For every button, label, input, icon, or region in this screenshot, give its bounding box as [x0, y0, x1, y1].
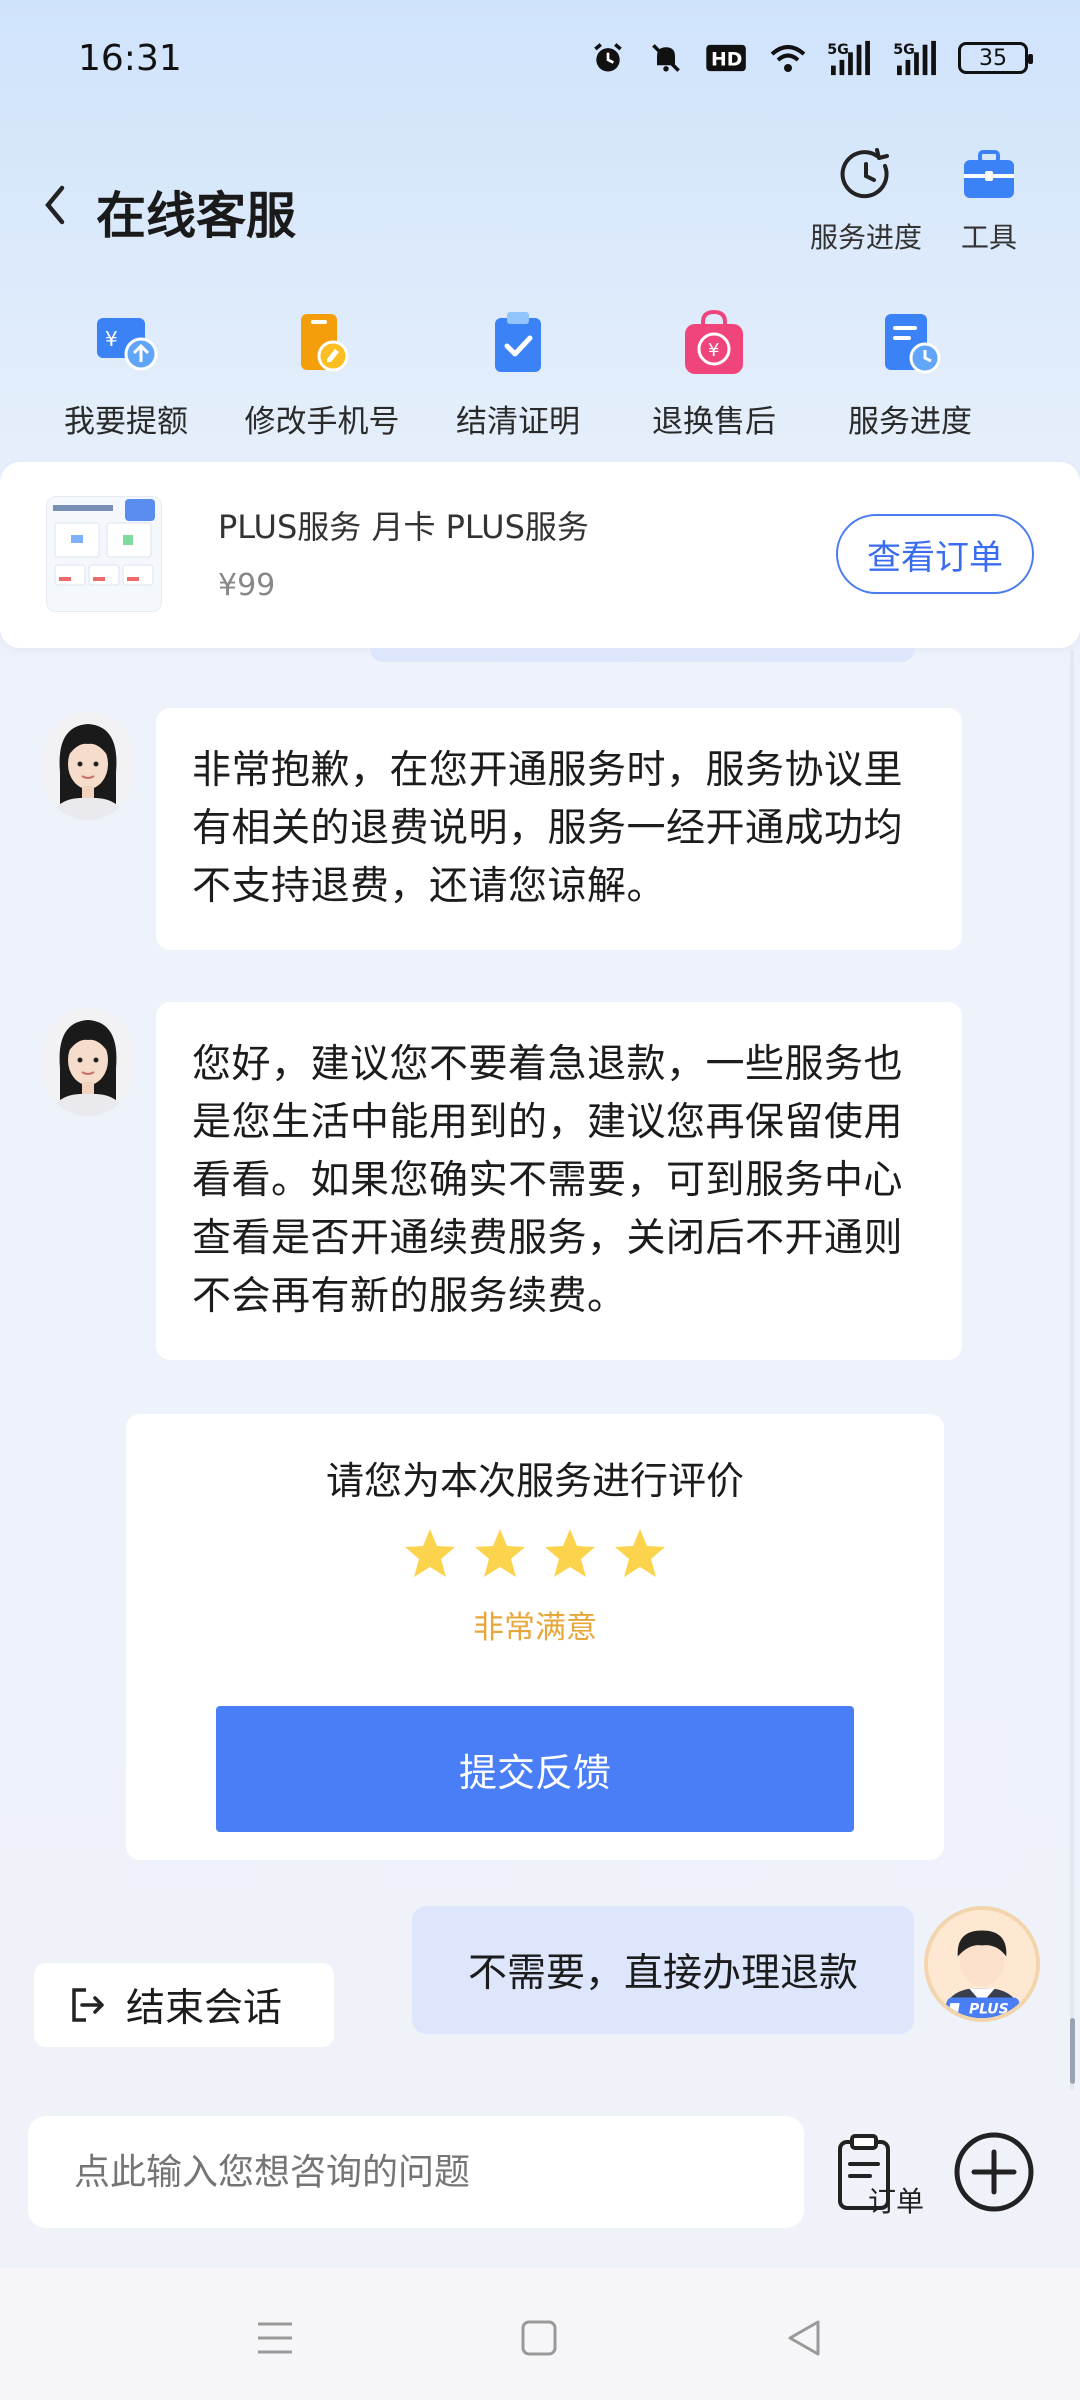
- menu-nav-button[interactable]: [250, 2316, 300, 2360]
- square-icon: [521, 2320, 557, 2356]
- quick-action-service-progress[interactable]: 服务进度: [840, 308, 980, 441]
- signal-icon: 5G: [892, 38, 940, 78]
- hd-icon: HD: [704, 38, 750, 78]
- exit-icon: [72, 1988, 104, 2022]
- alarm-icon: [588, 38, 628, 78]
- phone-edit-icon: [301, 314, 349, 372]
- battery-icon: 35: [958, 42, 1033, 74]
- clock-icon: [840, 148, 889, 199]
- back-button[interactable]: [36, 180, 76, 230]
- chevron-left-icon: [45, 185, 65, 225]
- status-icons: HD 5G 5G 35: [588, 38, 1033, 78]
- order-card[interactable]: PLUS服务 月卡 PLUS服务 ¥99 查看订单: [0, 462, 1080, 648]
- agent-avatar: [42, 712, 134, 820]
- quick-action-label: 结清证明: [456, 404, 580, 440]
- service-progress-button[interactable]: 服务进度: [810, 146, 922, 256]
- order-shortcut-label: 订单: [868, 2185, 925, 2218]
- user-avatar: PLUS: [924, 1906, 1040, 2022]
- svg-text:5G: 5G: [827, 42, 849, 58]
- star-icon[interactable]: [612, 1526, 668, 1582]
- end-chat-label: 结束会话: [126, 1986, 283, 2031]
- quick-action-label: 服务进度: [848, 404, 972, 440]
- end-chat-button[interactable]: 结束会话: [34, 1963, 334, 2047]
- mute-icon: [646, 38, 686, 78]
- menu-icon: [258, 2322, 292, 2354]
- quick-action-label: 退换售后: [652, 404, 776, 440]
- scrollbar-track: [1070, 650, 1074, 2090]
- clipboard-check-icon: [495, 312, 541, 372]
- agent-message: 您好，建议您不要着急退款，一些服务也是您生活中能用到的，建议您再保留使用看看。如…: [156, 1002, 962, 1360]
- more-options-button[interactable]: [952, 2130, 1036, 2214]
- home-nav-button[interactable]: [514, 2316, 564, 2360]
- tools-button[interactable]: 工具: [960, 146, 1018, 256]
- refund-bag-icon: ¥: [685, 309, 743, 374]
- back-nav-button[interactable]: [780, 2316, 830, 2360]
- wallet-up-icon: ¥: [97, 318, 158, 371]
- agent-avatar: [42, 1008, 134, 1116]
- quick-action-returns[interactable]: ¥ 退换售后: [644, 308, 784, 441]
- tools-label: 工具: [960, 221, 1017, 254]
- plus-circle-icon: [954, 2132, 1034, 2212]
- message-peek: [370, 648, 915, 662]
- rating-title: 请您为本次服务进行评价: [325, 1459, 744, 1503]
- quick-action-raise-limit[interactable]: ¥ 我要提额: [56, 308, 196, 441]
- svg-text:PLUS: PLUS: [969, 2001, 1009, 2017]
- quick-action-label: 我要提额: [64, 404, 188, 440]
- triangle-back-icon: [788, 2320, 820, 2356]
- toolbox-icon: [964, 150, 1014, 198]
- quick-action-label: 修改手机号: [244, 404, 400, 440]
- scrollbar-thumb[interactable]: [1070, 2018, 1075, 2084]
- star-rating[interactable]: [126, 1526, 944, 1582]
- signal-icon: 5G: [826, 38, 874, 78]
- view-order-button[interactable]: 查看订单: [836, 514, 1034, 594]
- status-time: 16:31: [78, 38, 182, 79]
- order-thumbnail: [46, 496, 162, 612]
- doc-clock-icon: [885, 314, 941, 374]
- star-icon[interactable]: [472, 1526, 528, 1582]
- message-input[interactable]: [28, 2116, 804, 2228]
- rating-card: 请您为本次服务进行评价 非常满意 提交反馈: [126, 1414, 944, 1860]
- quick-action-change-phone[interactable]: 修改手机号: [232, 308, 412, 441]
- rating-label: 非常满意: [473, 1610, 597, 1646]
- svg-text:5G: 5G: [893, 42, 915, 58]
- svg-text:HD: HD: [711, 50, 742, 71]
- agent-message: 非常抱歉，在您开通服务时，服务协议里有相关的退费说明，服务一经开通成功均不支持退…: [156, 708, 962, 950]
- service-progress-label: 服务进度: [810, 221, 923, 254]
- star-icon[interactable]: [402, 1526, 458, 1582]
- user-message: 不需要，直接办理退款: [412, 1906, 914, 2034]
- quick-action-settlement-proof[interactable]: 结清证明: [448, 308, 588, 441]
- wifi-icon: [768, 38, 808, 78]
- page-title: 在线客服: [96, 187, 296, 245]
- svg-text:¥: ¥: [708, 340, 719, 361]
- svg-text:¥: ¥: [105, 327, 118, 351]
- star-icon[interactable]: [542, 1526, 598, 1582]
- submit-feedback-button[interactable]: 提交反馈: [216, 1706, 854, 1832]
- order-name: PLUS服务 月卡 PLUS服务: [218, 508, 589, 546]
- order-price: ¥99: [218, 568, 276, 603]
